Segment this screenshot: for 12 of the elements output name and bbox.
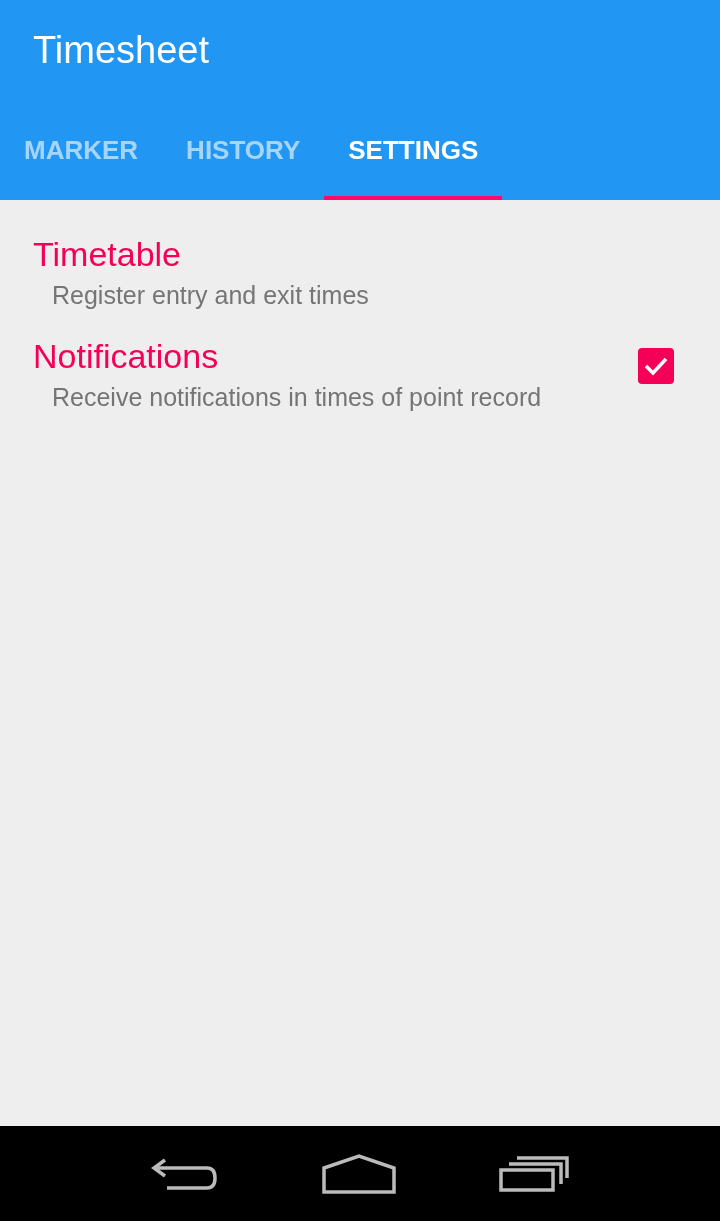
checkbox[interactable]: [638, 348, 674, 384]
home-icon[interactable]: [322, 1153, 396, 1194]
tab[interactable]: SETTINGS: [324, 100, 503, 200]
tab[interactable]: HISTORY: [162, 100, 325, 200]
setting-summary: Register entry and exit times: [51, 280, 370, 311]
app-title: Timesheet: [32, 27, 210, 73]
recents-icon[interactable]: [498, 1155, 569, 1192]
tab[interactable]: MARKER: [0, 100, 163, 200]
setting-summary: Receive notifications in times of point record: [51, 382, 543, 413]
check-icon: [643, 356, 669, 376]
setting-title: Timetable: [33, 234, 182, 275]
setting-title: Notifications: [33, 336, 219, 377]
